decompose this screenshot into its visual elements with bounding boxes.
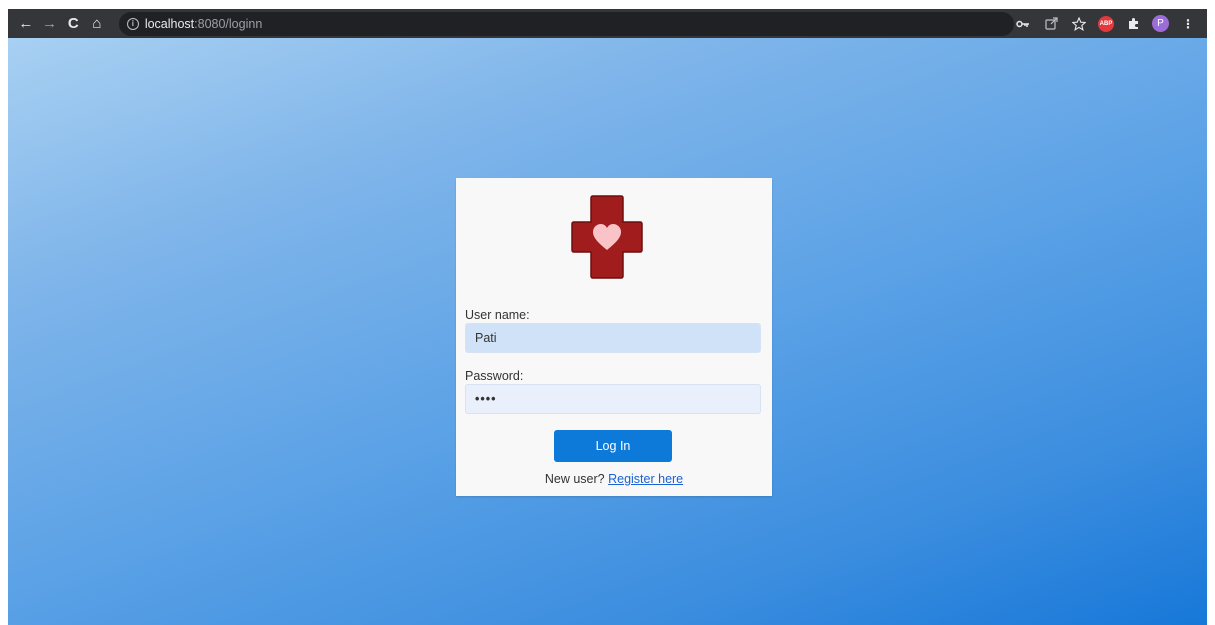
login-button[interactable]: Log In: [554, 430, 672, 462]
forward-arrow-icon[interactable]: →: [38, 12, 62, 36]
profile-avatar[interactable]: P: [1152, 15, 1169, 32]
login-card: User name: Pati Password: •••• Log In Ne…: [456, 178, 772, 496]
medical-cross-heart-logo: [571, 194, 643, 280]
password-input[interactable]: ••••: [465, 384, 761, 414]
adblock-icon[interactable]: ABP: [1098, 15, 1114, 32]
username-label: User name:: [465, 308, 530, 322]
star-icon[interactable]: [1070, 15, 1088, 33]
address-bar[interactable]: i localhost:8080/loginn: [118, 11, 1014, 36]
register-row: New user? Register here: [456, 472, 772, 486]
page-viewport: User name: Pati Password: •••• Log In Ne…: [8, 38, 1207, 625]
back-arrow-icon[interactable]: ←: [14, 12, 38, 36]
menu-kebab-icon[interactable]: ⋮: [1179, 15, 1197, 33]
new-user-text: New user?: [544, 472, 605, 486]
key-icon[interactable]: [1014, 15, 1032, 33]
password-label: Password:: [465, 369, 524, 383]
username-input[interactable]: Pati: [465, 323, 761, 353]
extensions-puzzle-icon[interactable]: [1124, 15, 1142, 33]
share-icon[interactable]: [1042, 15, 1060, 33]
url-path: :8080/loginn: [194, 16, 263, 31]
site-info-icon[interactable]: i: [126, 17, 139, 30]
home-icon[interactable]: ⌂: [85, 12, 109, 36]
url-host: localhost: [144, 16, 195, 31]
register-link[interactable]: Register here: [608, 472, 683, 486]
browser-toolbar: ← → C ⌂ i localhost:8080/loginn ABP P ⋮: [8, 9, 1207, 38]
reload-icon[interactable]: C: [61, 12, 85, 36]
